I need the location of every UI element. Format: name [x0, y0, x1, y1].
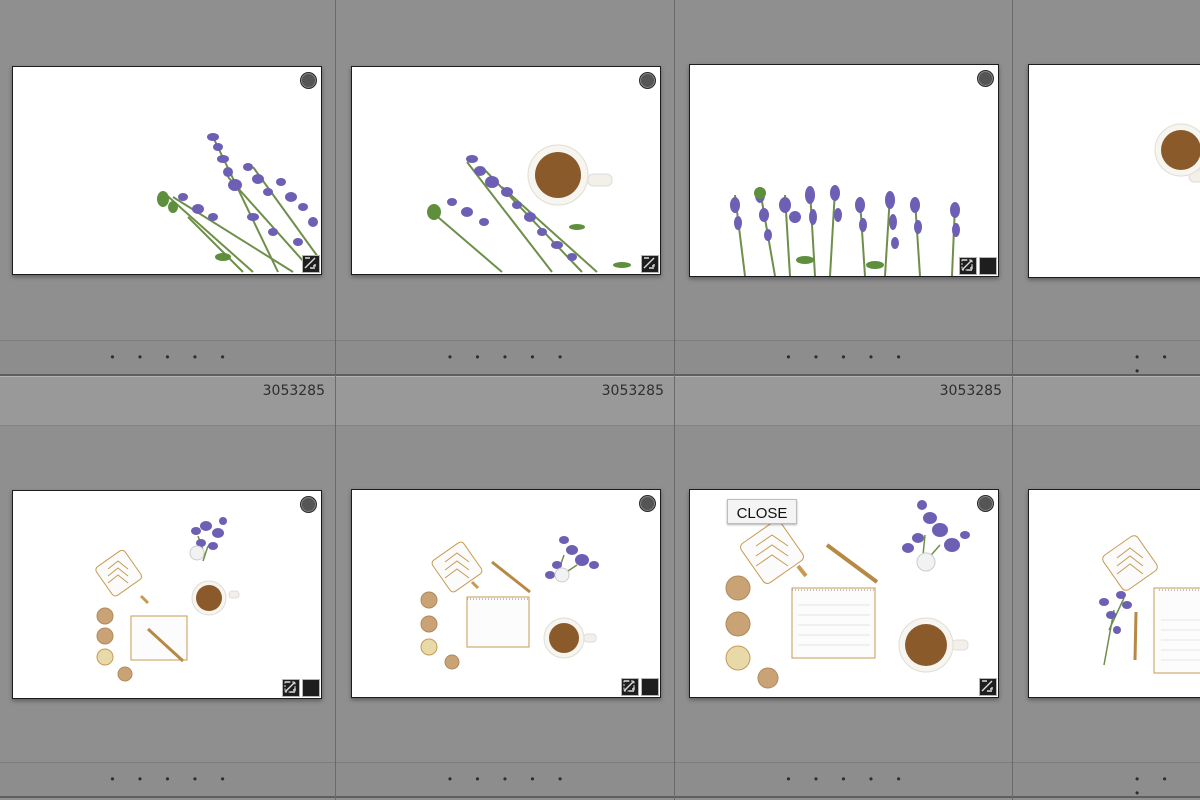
- lavender-row-image: [730, 185, 960, 276]
- develop-adjusted-icon[interactable]: [284, 679, 320, 697]
- desk-flatlay-image: [420, 536, 599, 670]
- cell-header: 3053285: [0, 376, 335, 426]
- rating-dots[interactable]: • • • • •: [776, 772, 910, 786]
- photo-thumbnail[interactable]: [689, 64, 999, 277]
- photo-thumbnail[interactable]: [12, 66, 322, 275]
- badge-group: [979, 678, 997, 696]
- rating-dots[interactable]: • • • • •: [776, 350, 910, 364]
- photo-thumbnail[interactable]: [12, 490, 322, 699]
- cell-header: [1013, 376, 1200, 426]
- cell-index-number: 3053285: [939, 383, 1002, 399]
- badge-group: [302, 255, 320, 273]
- desk-flatlay-image: [95, 517, 240, 682]
- photo-thumbnail[interactable]: [1028, 489, 1200, 698]
- develop-adjusted-icon[interactable]: [623, 678, 659, 696]
- close-button[interactable]: CLOSE: [727, 499, 797, 524]
- status-circle-icon[interactable]: [639, 495, 656, 512]
- develop-adjusted-icon[interactable]: [979, 678, 997, 696]
- develop-adjusted-icon[interactable]: [641, 255, 659, 273]
- cell-header: 3053285: [336, 376, 674, 426]
- coffee-cup-image: [1154, 123, 1200, 183]
- badge-group: [641, 255, 659, 273]
- desk-flatlay-notes-image: [1099, 535, 1200, 674]
- cell-index-number: 3053285: [601, 383, 664, 399]
- status-circle-icon[interactable]: [300, 496, 317, 513]
- lavender-coffee-image: [427, 144, 631, 273]
- rating-dots[interactable]: • • • • •: [438, 772, 572, 786]
- status-circle-icon[interactable]: [977, 495, 994, 512]
- cell-header: 3053285: [675, 376, 1012, 426]
- cell-footer: • • • • •: [336, 762, 674, 798]
- cell-index-number: 3053285: [262, 383, 325, 399]
- rating-dots[interactable]: • • • • •: [438, 350, 572, 364]
- rating-dots[interactable]: • • • • •: [100, 772, 234, 786]
- status-circle-icon[interactable]: [977, 70, 994, 87]
- cell-footer: • • • • •: [0, 762, 335, 798]
- cell-footer: • • • • •: [675, 340, 1012, 376]
- cell-footer: • • • • •: [336, 340, 674, 376]
- status-circle-icon[interactable]: [300, 72, 317, 89]
- photo-thumbnail[interactable]: [351, 489, 661, 698]
- cell-footer: • • • • •: [0, 340, 335, 376]
- photo-thumbnail[interactable]: [351, 66, 661, 275]
- badge-group: [282, 679, 320, 697]
- status-circle-icon[interactable]: [639, 72, 656, 89]
- develop-adjusted-icon[interactable]: [302, 255, 320, 273]
- rating-dots[interactable]: • • •: [1125, 772, 1200, 800]
- library-grid: • • • • • • • • • • • • • • • • • • 3053…: [0, 0, 1200, 800]
- cell-footer: • • • • •: [675, 762, 1012, 798]
- cell-footer: • • •: [1013, 340, 1200, 376]
- rating-dots[interactable]: • • • • •: [100, 350, 234, 364]
- develop-adjusted-icon[interactable]: [961, 257, 997, 275]
- photo-thumbnail[interactable]: [1028, 64, 1200, 278]
- lavender-bouquet-image: [157, 133, 319, 273]
- rating-dots[interactable]: • • •: [1125, 350, 1200, 376]
- cell-footer: • • •: [1013, 762, 1200, 800]
- badge-group: [621, 678, 659, 696]
- badge-group: [959, 257, 997, 275]
